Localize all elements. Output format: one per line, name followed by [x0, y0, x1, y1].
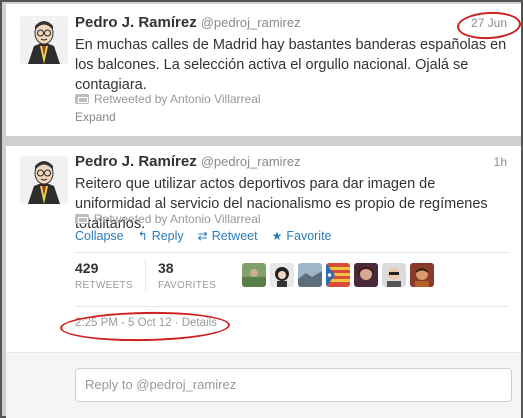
- retweet-label: Retweet: [211, 229, 258, 243]
- retweet-icon: [75, 94, 89, 104]
- reply-label: Reply: [151, 229, 184, 243]
- favorite-label: Favorite: [286, 229, 332, 243]
- author-handle[interactable]: @pedroj_ramirez: [201, 15, 301, 30]
- reply-arrow-icon: ↰: [137, 229, 148, 243]
- avatar[interactable]: [20, 16, 68, 64]
- tweet-stats: 429 RETWEETS 38 FAVORITES: [75, 259, 509, 301]
- retweeter-avatar[interactable]: [382, 263, 407, 287]
- retweeted-by[interactable]: Retweeted by Antonio Villarreal: [75, 212, 261, 226]
- collapse-link[interactable]: Collapse: [75, 229, 124, 243]
- reply-area: Reply to @pedroj_ramirez: [6, 352, 521, 418]
- tweet-text: En muchas calles de Madrid hay bastantes…: [75, 37, 507, 93]
- favorites-label: FAVORITES: [157, 280, 217, 291]
- reply-button[interactable]: ↰ Reply: [138, 229, 184, 243]
- tweet-header: Pedro J. Ramírez @pedroj_ramirez 27 Jun: [75, 14, 509, 34]
- tweet-timestamp[interactable]: 2:25 PM - 5 Oct 12 · Details: [75, 317, 217, 329]
- retweeter-avatar[interactable]: [410, 263, 435, 287]
- tweet-actions: Collapse ↰ Reply ⇄ Retweet ★ Favorite: [75, 229, 332, 243]
- tweet-collapsed[interactable]: Pedro J. Ramírez @pedroj_ramirez 27 Jun E…: [6, 4, 521, 136]
- retweet-button[interactable]: ⇄ Retweet: [198, 229, 258, 243]
- retweeter-avatars: [242, 263, 435, 287]
- reply-input[interactable]: Reply to @pedroj_ramirez: [75, 368, 512, 402]
- retweeter-avatar[interactable]: [270, 263, 295, 287]
- divider: [75, 252, 509, 253]
- retweeter-avatar[interactable]: [326, 263, 351, 287]
- retweeted-by-label: Retweeted by Antonio Villarreal: [94, 92, 261, 106]
- collapse-label: Collapse: [75, 229, 124, 243]
- expand-link[interactable]: Expand: [75, 110, 116, 124]
- tweet-header: Pedro J. Ramírez @pedroj_ramirez 1h: [75, 153, 509, 173]
- avatar[interactable]: [20, 156, 68, 204]
- divider: [75, 306, 509, 307]
- retweet-icon: [75, 214, 89, 224]
- favorite-button[interactable]: ★ Favorite: [272, 229, 332, 243]
- tweet-expanded: Pedro J. Ramírez @pedroj_ramirez 1h Reite…: [6, 146, 521, 418]
- favorites-count: 38: [157, 260, 174, 276]
- retweeter-avatar[interactable]: [354, 263, 379, 287]
- star-icon: ★: [271, 229, 283, 243]
- author-handle[interactable]: @pedroj_ramirez: [201, 154, 301, 169]
- retweets-stat[interactable]: 429 RETWEETS: [75, 259, 145, 291]
- tweet-time[interactable]: 27 Jun: [471, 16, 507, 30]
- retweet-icon: ⇄: [197, 229, 208, 243]
- retweeter-avatar[interactable]: [242, 263, 267, 287]
- retweeted-by[interactable]: Retweeted by Antonio Villarreal: [75, 92, 261, 106]
- retweeted-by-label: Retweeted by Antonio Villarreal: [94, 212, 261, 226]
- favorites-stat[interactable]: 38 FAVORITES: [144, 259, 228, 291]
- tweet-time[interactable]: 1h: [494, 155, 507, 169]
- retweets-count: 429: [75, 260, 99, 276]
- timeline-frame: Pedro J. Ramírez @pedroj_ramirez 27 Jun E…: [0, 0, 523, 418]
- retweets-label: RETWEETS: [75, 280, 133, 291]
- author-name[interactable]: Pedro J. Ramírez: [75, 14, 197, 31]
- author-name[interactable]: Pedro J. Ramírez: [75, 153, 197, 170]
- retweeter-avatar[interactable]: [298, 263, 323, 287]
